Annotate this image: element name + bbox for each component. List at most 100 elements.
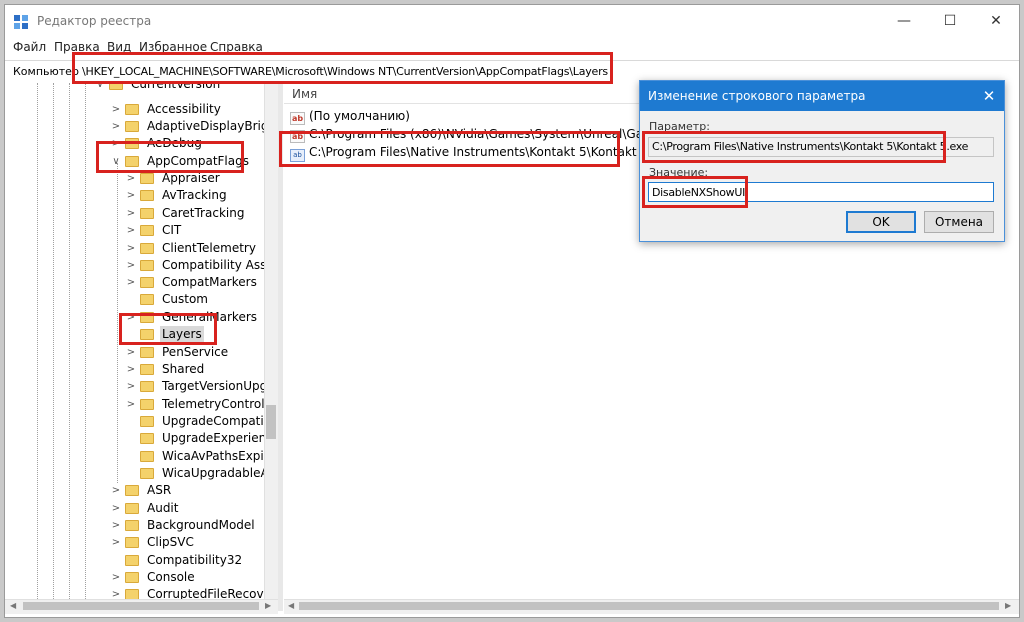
- folder-icon: [140, 294, 154, 305]
- chevron-right-icon[interactable]: >: [109, 482, 123, 499]
- folder-icon: [140, 399, 154, 410]
- column-header-name[interactable]: Имя: [292, 87, 317, 101]
- folder-icon: [140, 277, 154, 288]
- folder-icon: [125, 555, 139, 566]
- folder-icon: [140, 347, 154, 358]
- pane-splitter[interactable]: [278, 83, 283, 611]
- chevron-right-icon[interactable]: >: [109, 118, 123, 135]
- chevron-right-icon[interactable]: >: [124, 205, 138, 222]
- menu-view[interactable]: Вид: [107, 40, 131, 54]
- param-name-field: C:\Program Files\Native Instruments\Kont…: [648, 137, 994, 157]
- param-label: Параметр:: [649, 120, 710, 133]
- chevron-right-icon[interactable]: >: [109, 101, 123, 118]
- chevron-right-icon[interactable]: >: [109, 534, 123, 551]
- tree-guide-line: [69, 83, 70, 599]
- dialog-title-bar: Изменение строкового параметра ✕: [640, 81, 1004, 111]
- scroll-right-arrow-icon[interactable]: ▶: [265, 601, 271, 610]
- dialog-title: Изменение строкового параметра: [648, 89, 866, 103]
- scroll-left-arrow-icon[interactable]: ◀: [288, 601, 294, 610]
- chevron-right-icon[interactable]: >: [124, 222, 138, 239]
- tree-guide-line: [53, 83, 54, 599]
- folder-icon: [140, 416, 154, 427]
- folder-icon: [125, 104, 139, 115]
- folder-icon: [140, 451, 154, 462]
- menu-help[interactable]: Справка: [210, 40, 263, 54]
- chevron-right-icon[interactable]: >: [124, 187, 138, 204]
- chevron-down-icon[interactable]: ∨: [93, 83, 107, 93]
- chevron-right-icon[interactable]: >: [124, 344, 138, 361]
- folder-open-icon: [125, 156, 139, 167]
- chevron-right-icon[interactable]: >: [109, 500, 123, 517]
- folder-icon: [125, 572, 139, 583]
- column-divider: [284, 103, 644, 104]
- minimize-button[interactable]: —: [881, 5, 927, 37]
- folder-icon: [125, 520, 139, 531]
- tree-hscroll-thumb[interactable]: [23, 602, 259, 610]
- folder-icon: [125, 589, 139, 599]
- address-root-label: Компьютер: [13, 65, 79, 78]
- string-value-icon: ab: [290, 130, 305, 143]
- edit-string-dialog: Изменение строкового параметра ✕ Парамет…: [639, 80, 1005, 242]
- menu-file[interactable]: Файл: [13, 40, 46, 54]
- registry-tree: ∨ CurrentVersion > Accessibility > Adapt…: [5, 83, 278, 599]
- chevron-right-icon[interactable]: >: [124, 274, 138, 291]
- window-title: Редактор реестра: [37, 14, 152, 28]
- folder-icon: [140, 364, 154, 375]
- maximize-button[interactable]: ☐: [927, 5, 973, 37]
- value-row[interactable]: ab (По умолчанию): [290, 107, 410, 125]
- folder-icon: [125, 121, 139, 132]
- value-label: Значение:: [649, 166, 709, 179]
- chevron-right-icon[interactable]: >: [124, 240, 138, 257]
- chevron-right-icon[interactable]: >: [124, 396, 138, 413]
- folder-icon: [125, 138, 139, 149]
- folder-icon: [125, 485, 139, 496]
- folder-icon: [140, 312, 154, 323]
- tree-guide-line: [85, 83, 86, 599]
- tree-scroll-thumb[interactable]: [266, 405, 276, 439]
- menu-edit[interactable]: Правка: [54, 40, 100, 54]
- value-data-input[interactable]: [648, 182, 994, 202]
- folder-icon: [140, 208, 154, 219]
- string-value-icon: ab: [290, 149, 305, 162]
- chevron-right-icon[interactable]: >: [124, 361, 138, 378]
- cancel-button[interactable]: Отмена: [924, 211, 994, 233]
- values-hscroll-thumb[interactable]: [299, 602, 999, 610]
- address-path[interactable]: \HKEY_LOCAL_MACHINE\SOFTWARE\Microsoft\W…: [82, 65, 608, 78]
- ok-button[interactable]: OK: [846, 211, 916, 233]
- folder-icon: [140, 173, 154, 184]
- tree-guide-line: [37, 83, 38, 599]
- folder-icon: [140, 225, 154, 236]
- folder-icon: [140, 190, 154, 201]
- chevron-right-icon[interactable]: >: [124, 257, 138, 274]
- chevron-right-icon[interactable]: >: [109, 135, 123, 152]
- dialog-close-button[interactable]: ✕: [974, 81, 1004, 111]
- menu-bar: Файл Правка Вид Избранное Справка: [5, 38, 1019, 58]
- folder-icon: [140, 260, 154, 271]
- scroll-left-arrow-icon[interactable]: ◀: [10, 601, 16, 610]
- chevron-down-icon[interactable]: ∨: [109, 153, 123, 170]
- scroll-right-arrow-icon[interactable]: ▶: [1005, 601, 1011, 610]
- chevron-right-icon[interactable]: >: [124, 378, 138, 395]
- tree-guide-line: [117, 163, 118, 483]
- string-value-icon: ab: [290, 112, 305, 125]
- chevron-right-icon[interactable]: >: [109, 517, 123, 534]
- folder-icon: [109, 83, 123, 90]
- chevron-right-icon[interactable]: >: [124, 170, 138, 187]
- chevron-right-icon[interactable]: >: [109, 569, 123, 586]
- value-row[interactable]: ab C:\Program Files (x86)\NVidia\Games\Sy…: [290, 125, 662, 143]
- title-bar: Редактор реестра — ☐ ✕: [5, 5, 1019, 37]
- chevron-right-icon[interactable]: >: [124, 309, 138, 326]
- folder-icon: [125, 537, 139, 548]
- folder-icon: [140, 329, 154, 340]
- chevron-right-icon[interactable]: >: [109, 586, 123, 599]
- registry-editor-icon: [14, 15, 28, 29]
- value-row-kontakt[interactable]: ab C:\Program Files\Native Instruments\Ko…: [290, 143, 673, 162]
- folder-icon: [125, 503, 139, 514]
- folder-icon: [140, 433, 154, 444]
- folder-icon: [140, 468, 154, 479]
- tree-vertical-scrollbar[interactable]: [264, 83, 279, 599]
- menu-favorites[interactable]: Избранное: [139, 40, 207, 54]
- close-button[interactable]: ✕: [973, 5, 1019, 37]
- folder-icon: [140, 243, 154, 254]
- folder-icon: [140, 381, 154, 392]
